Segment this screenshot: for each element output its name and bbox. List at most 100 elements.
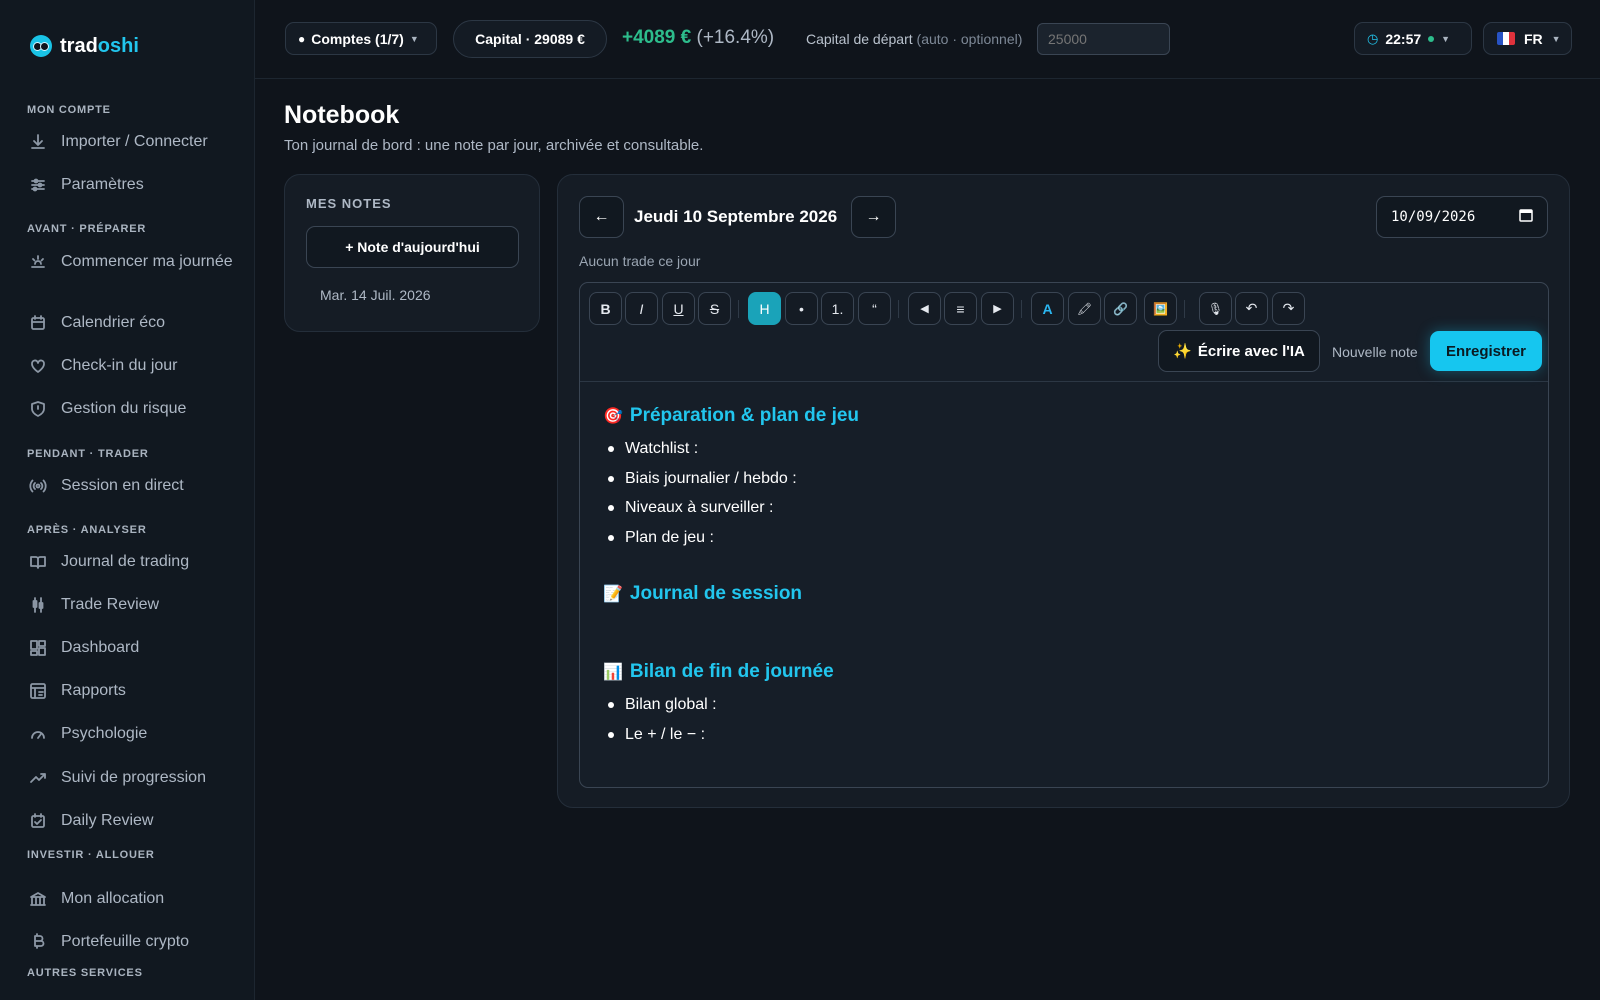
- sidebar-item-check-in-du-jour[interactable]: Check-in du jour: [0, 356, 254, 375]
- toolbar-divider: [1184, 300, 1185, 318]
- image-button[interactable]: 🖼️: [1144, 292, 1177, 325]
- save-button[interactable]: Enregistrer: [1430, 331, 1542, 371]
- bullet-list-button[interactable]: •: [785, 292, 818, 325]
- redo-button[interactable]: ↷: [1272, 292, 1305, 325]
- sidebar-item-suivi-de-progression[interactable]: Suivi de progression: [0, 768, 254, 787]
- language-dropdown[interactable]: FR ▼: [1483, 22, 1572, 55]
- heading-button[interactable]: H: [748, 292, 781, 325]
- calendar-icon[interactable]: [1519, 208, 1533, 226]
- trending-up-icon: [29, 769, 47, 787]
- list-item[interactable]: Bilan global :: [603, 695, 1528, 725]
- note-list-item[interactable]: Mar. 14 Juil. 2026: [320, 287, 431, 303]
- sidebar-item-label: Dashboard: [61, 639, 140, 656]
- list-item[interactable]: Watchlist :: [603, 439, 1528, 469]
- toolbar-divider: [1021, 300, 1022, 318]
- clock-time: 22:57: [1385, 30, 1422, 47]
- clock-dropdown[interactable]: ◷ 22:57 ▼: [1354, 22, 1472, 55]
- align-center-button[interactable]: ≡: [944, 292, 977, 325]
- next-day-button[interactable]: →: [851, 196, 896, 238]
- page-title: Notebook: [284, 101, 400, 129]
- report-icon: [29, 682, 47, 700]
- sidebar-item-mon-allocation[interactable]: Mon allocation: [0, 889, 254, 908]
- bank-icon: [29, 890, 47, 908]
- nav-section-title: AVANT · PRÉPARER: [27, 223, 147, 235]
- bitcoin-icon: [29, 932, 47, 951]
- notes-panel: MES NOTES + Note d'aujourd'hui Mar. 14 J…: [284, 174, 540, 332]
- microphone-button[interactable]: 🎙: [1199, 292, 1232, 325]
- bullet-list[interactable]: Bilan global : Le + / le − :: [603, 695, 1528, 754]
- capital-start-input[interactable]: [1037, 23, 1170, 55]
- accounts-dropdown[interactable]: ● Comptes (1/7) ▼: [285, 22, 437, 55]
- list-item[interactable]: Plan de jeu :: [603, 528, 1528, 558]
- underline-button[interactable]: U: [662, 292, 695, 325]
- sidebar-item-session-en-direct[interactable]: Session en direct: [0, 476, 254, 495]
- chevron-down-icon: ▼: [409, 33, 419, 44]
- align-left-button[interactable]: ◀: [908, 292, 941, 325]
- candlestick-icon: [29, 596, 47, 614]
- sidebar-item-label: Suivi de progression: [61, 769, 206, 786]
- broadcast-icon: [29, 477, 47, 495]
- editor-toolbar: B I U S H • 1. “ ◀ ≡ ▶ A 🖍 🔗 🖼️ 🎙 ↶ ↷ ✨ …: [580, 283, 1548, 382]
- sidebar-item-trade-review[interactable]: Trade Review: [0, 595, 254, 614]
- sidebar-item-label: Commencer ma journée: [61, 253, 233, 270]
- sidebar: tradoshi MON COMPTE Importer / Connecter P…: [0, 0, 255, 1000]
- shield-icon: [29, 400, 47, 418]
- sidebar-item-dashboard[interactable]: Dashboard: [0, 638, 254, 657]
- ordered-list-button[interactable]: 1.: [821, 292, 854, 325]
- quote-button[interactable]: “: [858, 292, 891, 325]
- new-today-note-button[interactable]: + Note d'aujourd'hui: [306, 226, 519, 268]
- link-button[interactable]: 🔗: [1104, 292, 1137, 325]
- list-item[interactable]: Le + / le − :: [603, 725, 1528, 755]
- sidebar-item-portefeuille-crypto[interactable]: Portefeuille crypto: [0, 932, 254, 951]
- sidebar-item-importer-connecter[interactable]: Importer / Connecter: [0, 132, 254, 151]
- pnl-value: +4089 €: [622, 27, 692, 48]
- undo-button[interactable]: ↶: [1235, 292, 1268, 325]
- sidebar-item-label: Session en direct: [61, 477, 184, 494]
- sidebar-item-gestion-du-risque[interactable]: Gestion du risque: [0, 399, 254, 418]
- no-trade-text: Aucun trade ce jour: [579, 253, 701, 269]
- sidebar-item-commencer-ma-journee[interactable]: Commencer ma journée: [0, 252, 254, 271]
- list-item[interactable]: Niveaux à surveiller :: [603, 498, 1528, 528]
- toolbar-divider: [898, 300, 899, 318]
- heart-icon: [29, 357, 47, 375]
- text-color-button[interactable]: A: [1031, 292, 1064, 325]
- note-section-heading[interactable]: 📊 Bilan de fin de journée: [603, 659, 1528, 685]
- france-flag-icon: [1497, 32, 1515, 45]
- highlight-button[interactable]: 🖍: [1068, 292, 1101, 325]
- sidebar-item-calendrier-eco[interactable]: Calendrier éco: [0, 313, 254, 332]
- strikethrough-button[interactable]: S: [698, 292, 731, 325]
- sidebar-nav: MON COMPTE Importer / Connecter Paramètres…: [0, 0, 254, 1000]
- editor-panel: ← Jeudi 10 Septembre 2026 → 10/09/2026 A…: [557, 174, 1570, 808]
- chevron-down-icon: ▼: [1551, 33, 1561, 44]
- bold-button[interactable]: B: [589, 292, 622, 325]
- note-section-heading[interactable]: 🎯 Préparation & plan de jeu: [603, 403, 1528, 429]
- calendar-check-icon: [29, 812, 47, 830]
- date-title: Jeudi 10 Septembre 2026: [634, 207, 838, 226]
- bullet-list[interactable]: Watchlist : Biais journalier / hebdo : Niv…: [603, 439, 1528, 557]
- align-right-button[interactable]: ▶: [981, 292, 1014, 325]
- sidebar-item-daily-review[interactable]: Daily Review: [0, 811, 254, 830]
- notes-title: MES NOTES: [306, 196, 392, 211]
- italic-button[interactable]: I: [625, 292, 658, 325]
- sidebar-item-psychologie[interactable]: Psychologie: [0, 724, 254, 743]
- sidebar-item-label: Check-in du jour: [61, 357, 178, 374]
- date-value: 10/09/2026: [1391, 209, 1476, 225]
- sidebar-item-journal-de-trading[interactable]: Journal de trading: [0, 552, 254, 571]
- sidebar-item-rapports[interactable]: Rapports: [0, 681, 254, 700]
- previous-day-button[interactable]: ←: [579, 196, 624, 238]
- sidebar-item-label: Portefeuille crypto: [61, 933, 190, 950]
- accounts-label: Comptes (1/7): [311, 30, 404, 47]
- write-with-ai-button[interactable]: ✨ Écrire avec l'IA: [1158, 330, 1320, 372]
- nav-section-title: INVESTIR · ALLOUER: [27, 849, 155, 861]
- sidebar-item-parametres[interactable]: Paramètres: [0, 175, 254, 194]
- list-item[interactable]: Biais journalier / hebdo :: [603, 469, 1528, 499]
- new-note-button[interactable]: Nouvelle note: [1332, 344, 1418, 360]
- sidebar-item-label: Trade Review: [61, 596, 160, 613]
- note-section-heading[interactable]: 📝 Journal de session: [603, 581, 1528, 607]
- date-picker[interactable]: 10/09/2026: [1376, 196, 1548, 238]
- nav-section-title: AUTRES SERVICES: [27, 967, 143, 979]
- editor-content[interactable]: 🎯 Préparation & plan de jeu Watchlist : Bia…: [603, 403, 1528, 754]
- gauge-icon: [29, 725, 47, 743]
- rich-text-editor[interactable]: B I U S H • 1. “ ◀ ≡ ▶ A 🖍 🔗 🖼️ 🎙 ↶ ↷ ✨ …: [579, 282, 1549, 788]
- section-emoji-icon: 📊: [603, 664, 623, 681]
